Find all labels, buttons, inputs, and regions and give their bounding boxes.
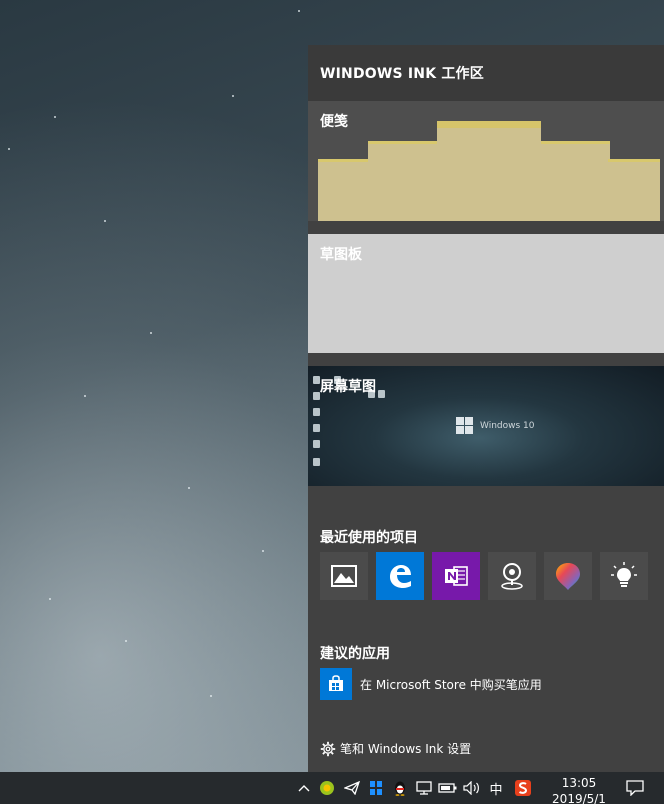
ime-indicator[interactable]: 中	[486, 772, 506, 804]
pen-settings-text: 笔和 Windows Ink 设置	[340, 742, 472, 756]
sogou-input-icon	[515, 780, 531, 796]
windows-logo-preview: Windows 10	[456, 417, 535, 434]
show-hidden-icons-button[interactable]	[294, 772, 314, 804]
note-preview	[608, 159, 660, 221]
star	[84, 395, 86, 397]
clock-date: 2019/5/1	[552, 792, 606, 804]
sticky-notes-tile[interactable]: 便笺	[308, 101, 664, 221]
recent-items-title: 最近使用的项目	[320, 530, 418, 546]
paper-plane-icon	[344, 781, 360, 795]
note-preview	[368, 141, 440, 221]
star	[125, 640, 127, 642]
paint3d-icon	[556, 563, 580, 590]
pen-settings-link[interactable]: 笔和 Windows Ink 设置	[320, 740, 471, 757]
desktop-icon-preview	[313, 424, 320, 432]
tray-network[interactable]	[414, 772, 434, 804]
windows-logo-icon	[456, 417, 473, 434]
tray-app-blue[interactable]	[366, 772, 386, 804]
recent-app-edge[interactable]	[376, 552, 424, 600]
recent-app-paint-3d[interactable]	[544, 552, 592, 600]
recent-app-maps[interactable]	[488, 552, 536, 600]
recent-app-photos[interactable]	[320, 552, 368, 600]
star	[8, 148, 10, 150]
tray-volume[interactable]	[462, 772, 482, 804]
edge-icon	[390, 565, 411, 588]
store-icon	[320, 668, 352, 700]
desktop-icon-preview	[313, 440, 320, 448]
action-center-button[interactable]	[622, 772, 648, 804]
note-preview	[538, 141, 610, 221]
screen-sketch-tile[interactable]: Windows 10 屏幕草图	[308, 366, 664, 486]
notification-icon	[626, 780, 644, 796]
star	[188, 487, 190, 489]
tray-battery[interactable]	[438, 772, 458, 804]
suggested-apps-title: 建议的应用	[320, 646, 390, 662]
note-preview-front	[437, 121, 541, 221]
tray-qq[interactable]	[390, 772, 410, 804]
note-preview	[318, 159, 370, 221]
desktop-icon-preview	[313, 458, 320, 466]
recent-app-tips[interactable]	[600, 552, 648, 600]
star	[54, 116, 56, 118]
star	[262, 550, 264, 552]
tray-app-360[interactable]	[317, 772, 337, 804]
photos-icon	[331, 565, 357, 587]
sketchpad-tile[interactable]: 草图板	[308, 234, 664, 353]
panel-title: WINDOWS INK 工作区	[308, 45, 664, 101]
screen-sketch-label: 屏幕草图	[320, 379, 376, 395]
desktop-icon-preview	[313, 376, 320, 384]
network-icon	[416, 781, 432, 795]
desktop-icon-preview	[313, 408, 320, 416]
tray-send[interactable]	[342, 772, 362, 804]
star	[210, 695, 212, 697]
star	[150, 332, 152, 334]
taskbar: 中 13:05 2019/5/1	[0, 772, 664, 804]
battery-icon	[438, 783, 457, 793]
sketchpad-label: 草图板	[320, 247, 362, 263]
store-suggestion-link[interactable]: 在 Microsoft Store 中购买笔应用	[320, 668, 542, 700]
chevron-up-icon	[298, 785, 310, 792]
desktop-icon-preview	[313, 392, 320, 400]
clock-time: 13:05	[561, 776, 597, 790]
sticky-notes-label: 便笺	[320, 114, 348, 130]
qq-penguin-icon	[395, 781, 405, 796]
security-app-icon	[320, 781, 334, 795]
desktop-icon-preview	[378, 390, 385, 398]
star	[298, 10, 300, 12]
speaker-icon	[463, 781, 479, 795]
tray-sogou[interactable]	[512, 772, 534, 804]
windows-ink-workspace-panel: WINDOWS INK 工作区 便笺 草图板 Windows 10 屏幕草图 最…	[308, 45, 664, 772]
screen-preview-text: Windows 10	[480, 420, 535, 431]
maps-icon	[501, 563, 523, 590]
blue-app-icon	[370, 781, 382, 795]
star	[232, 95, 234, 97]
star	[104, 220, 106, 222]
recent-app-onenote[interactable]	[432, 552, 480, 600]
star	[49, 598, 51, 600]
onenote-icon	[445, 566, 468, 586]
gear-icon	[320, 741, 336, 756]
tips-icon	[611, 562, 637, 587]
taskbar-clock[interactable]: 13:05 2019/5/1	[545, 775, 613, 804]
store-suggestion-text: 在 Microsoft Store 中购买笔应用	[360, 677, 542, 692]
recent-apps-row	[320, 552, 648, 600]
